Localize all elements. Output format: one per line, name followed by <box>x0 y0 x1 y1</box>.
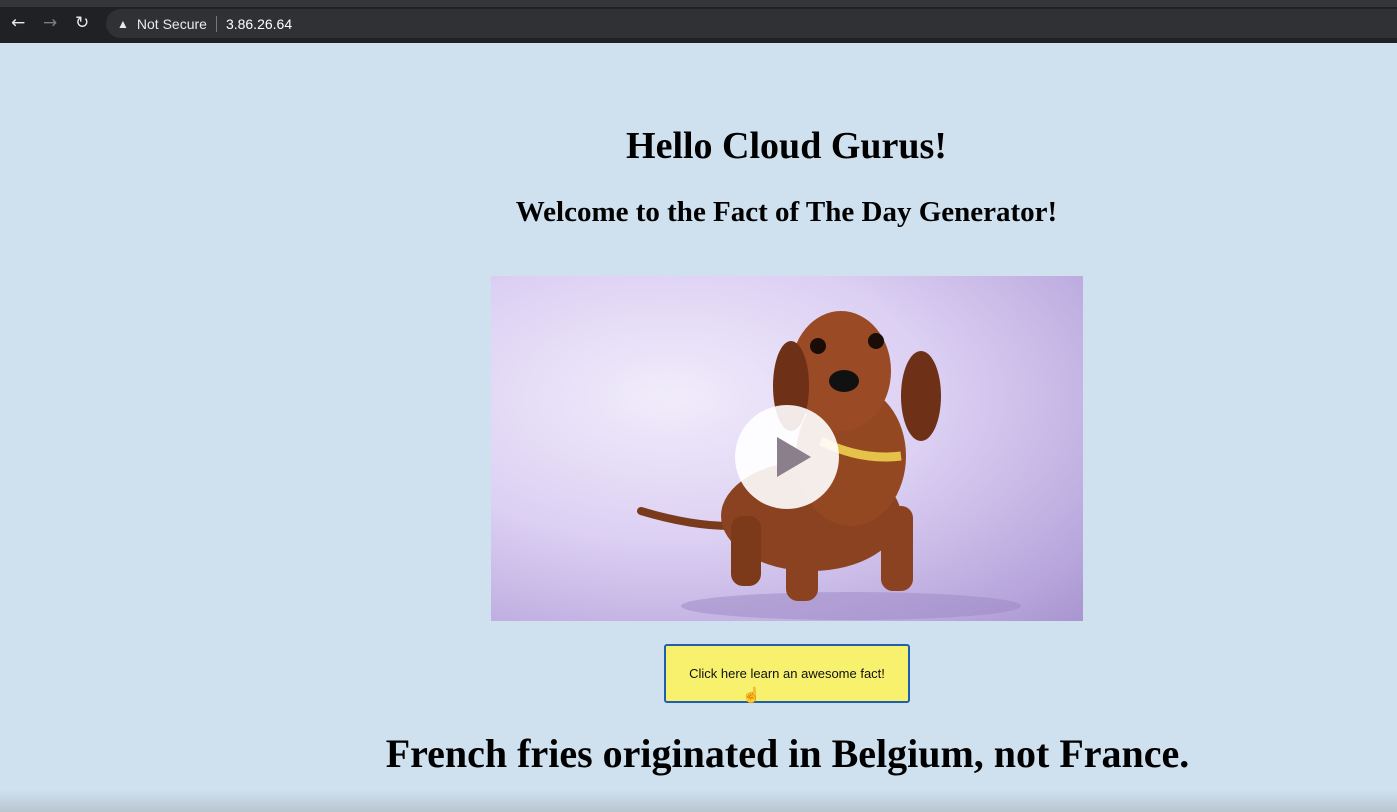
play-button-icon[interactable] <box>735 405 839 509</box>
page-title: Hello Cloud Gurus! <box>626 125 947 167</box>
tab-strip <box>0 0 1397 7</box>
address-bar[interactable]: ▲ Not Secure 3.86.26.64 <box>106 9 1397 38</box>
warning-icon: ▲ <box>117 16 129 31</box>
hand-cursor-icon: ☝ <box>742 688 761 704</box>
url-text[interactable]: 3.86.26.64 <box>226 16 292 32</box>
dog-video[interactable] <box>491 276 1083 621</box>
fact-button[interactable]: Click here learn an awesome fact! <box>664 644 910 703</box>
fact-text: French fries originated in Belgium, not … <box>385 731 1190 776</box>
browser-toolbar: ← → ↻ ▲ Not Secure 3.86.26.64 <box>0 0 1397 43</box>
security-label[interactable]: Not Secure <box>137 16 207 32</box>
divider <box>215 15 217 32</box>
back-arrow-icon[interactable]: ← <box>11 14 25 32</box>
forward-arrow-icon[interactable]: → <box>43 14 57 32</box>
reload-icon[interactable]: ↻ <box>75 14 89 32</box>
page-bottom-shadow <box>0 790 1397 812</box>
page-subtitle: Welcome to the Fact of The Day Generator… <box>515 196 1058 228</box>
